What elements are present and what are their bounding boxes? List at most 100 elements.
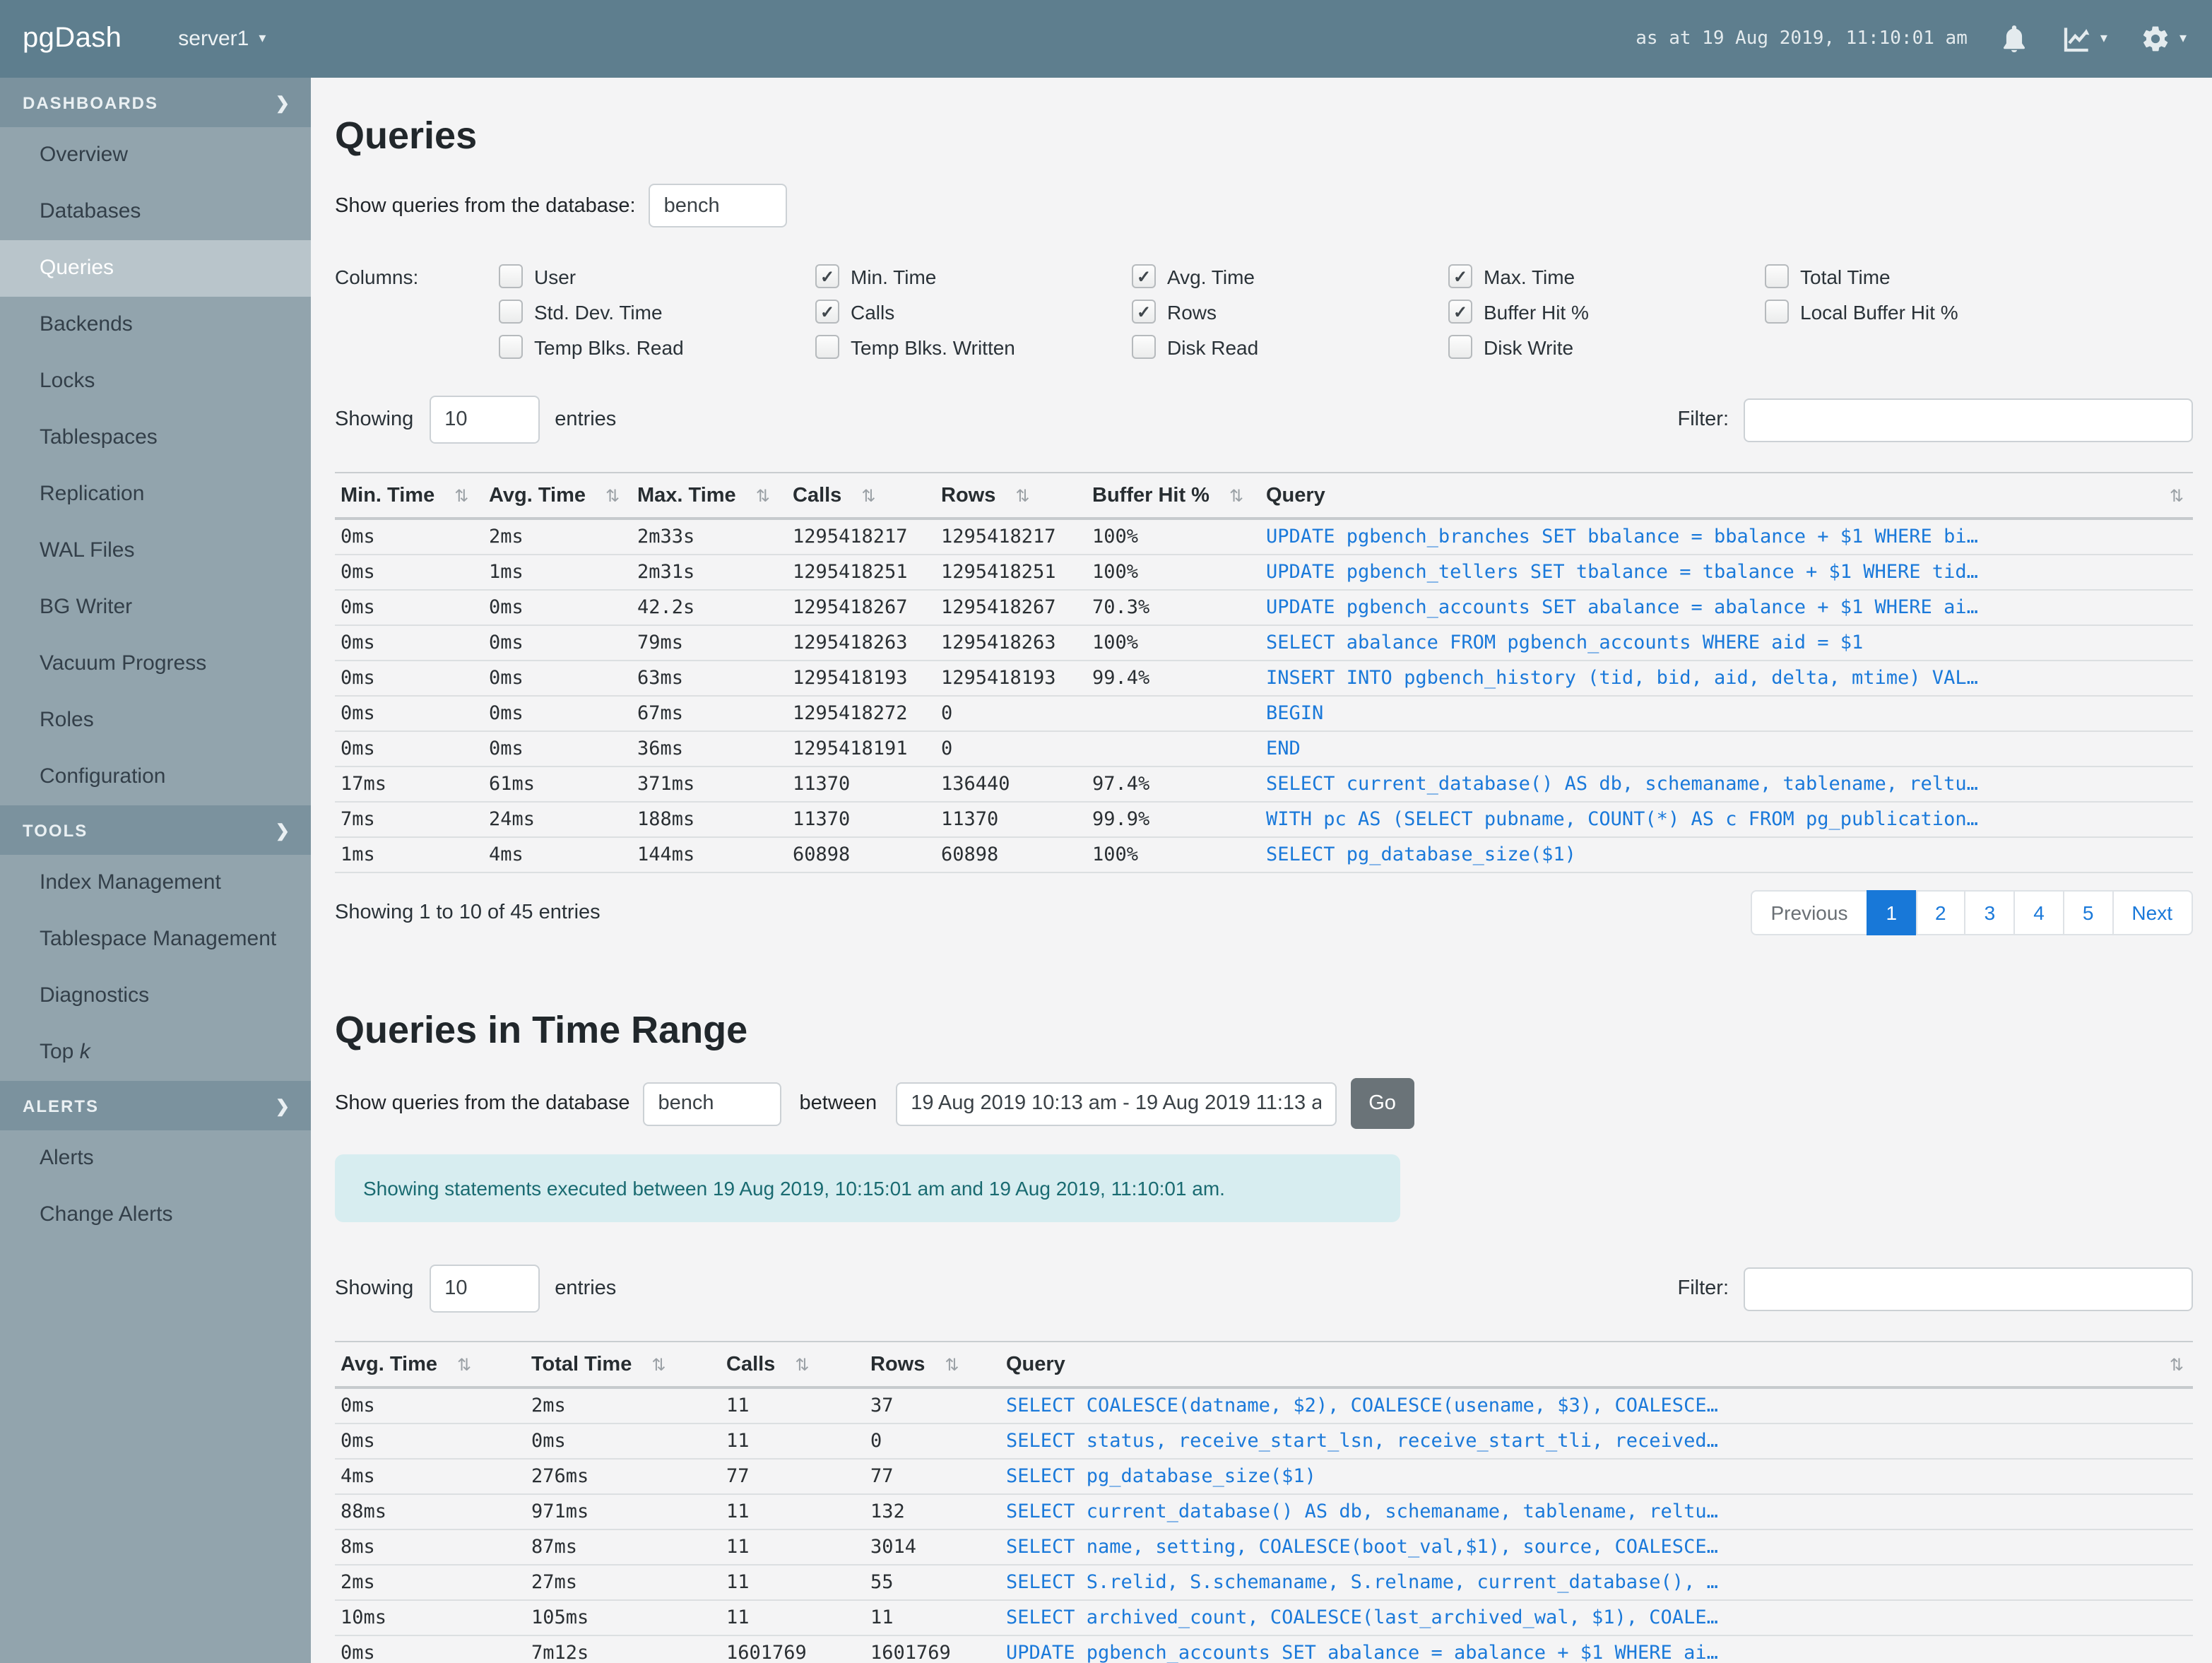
cell: 132: [865, 1494, 1000, 1530]
query-link[interactable]: SELECT current_database() AS db, scheman…: [1006, 1501, 1718, 1523]
sidebar-item-databases[interactable]: Databases: [0, 184, 311, 240]
query-link[interactable]: SELECT COALESCE(datname, $2), COALESCE(u…: [1006, 1395, 1718, 1417]
column-header-avg-time[interactable]: Avg. Time ⇅: [335, 1341, 526, 1389]
column-header-query[interactable]: Query ⇅: [1000, 1341, 2192, 1389]
sidebar-item-index-management[interactable]: Index Management: [0, 855, 311, 911]
column-checkbox-rows[interactable]: Rows: [1132, 300, 1448, 324]
cell: 88ms: [335, 1494, 526, 1530]
sort-icon: ⇅: [795, 1355, 810, 1375]
query-link[interactable]: INSERT INTO pgbench_history (tid, bid, a…: [1266, 667, 1978, 690]
column-header-total-time[interactable]: Total Time ⇅: [526, 1341, 721, 1389]
columns-grid: User Min. Time Avg. Time Max. Time Total Tim…: [499, 264, 2081, 359]
sidebar-item-vacuum-progress[interactable]: Vacuum Progress: [0, 636, 311, 692]
sidebar-item-diagnostics[interactable]: Diagnostics: [0, 968, 311, 1024]
checkbox-label: Std. Dev. Time: [534, 300, 663, 323]
column-checkbox-local-buffer-hit[interactable]: Local Buffer Hit %: [1765, 300, 2081, 324]
query-link[interactable]: END: [1266, 738, 1301, 760]
page-5[interactable]: 5: [2062, 890, 2114, 935]
page-previous[interactable]: Previous: [1751, 890, 1868, 935]
column-checkbox-std-dev-time[interactable]: Std. Dev. Time: [499, 300, 815, 324]
query-link[interactable]: BEGIN: [1266, 702, 1323, 725]
column-checkbox-max-time[interactable]: Max. Time: [1448, 264, 1765, 288]
column-checkbox-avg-time[interactable]: Avg. Time: [1132, 264, 1448, 288]
column-checkbox-temp-blks-written[interactable]: Temp Blks. Written: [815, 335, 1132, 359]
column-checkbox-user[interactable]: User: [499, 264, 815, 288]
entries-count-input[interactable]: [429, 396, 540, 444]
query-cell: SELECT abalance FROM pgbench_accounts WH…: [1260, 625, 2192, 661]
column-header-min-time[interactable]: Min. Time ⇅: [335, 472, 483, 520]
sidebar-item-backends[interactable]: Backends: [0, 297, 311, 353]
page-next[interactable]: Next: [2112, 890, 2192, 935]
table-row: 10ms 105ms 11 11 SELECT archived_count, COAL…: [335, 1600, 2192, 1636]
query-link[interactable]: UPDATE pgbench_accounts SET abalance = a…: [1266, 596, 1978, 619]
query-link[interactable]: SELECT pg_database_size($1): [1266, 844, 1576, 866]
query-link[interactable]: SELECT archived_count, COALESCE(last_arc…: [1006, 1606, 1718, 1629]
column-header-calls[interactable]: Calls ⇅: [721, 1341, 865, 1389]
page-4[interactable]: 4: [2013, 890, 2064, 935]
sidebar-item-replication[interactable]: Replication: [0, 466, 311, 523]
query-link[interactable]: UPDATE pgbench_branches SET bbalance = b…: [1266, 526, 1978, 548]
page-1[interactable]: 1: [1866, 890, 1917, 935]
filter-label: Filter:: [1677, 1277, 1729, 1300]
column-header-avg-time[interactable]: Avg. Time ⇅: [483, 472, 632, 520]
query-link[interactable]: SELECT status, receive_start_lsn, receiv…: [1006, 1430, 1718, 1452]
column-checkbox-calls[interactable]: Calls: [815, 300, 1132, 324]
sidebar-section-alerts[interactable]: ALERTS ❯: [0, 1081, 311, 1130]
database-input[interactable]: [648, 184, 787, 227]
page-2[interactable]: 2: [1915, 890, 1966, 935]
query-link[interactable]: SELECT current_database() AS db, scheman…: [1266, 773, 1978, 795]
sidebar-item-queries[interactable]: Queries: [0, 240, 311, 297]
query-cell: SELECT current_database() AS db, scheman…: [1260, 767, 2192, 803]
column-checkbox-total-time[interactable]: Total Time: [1765, 264, 2081, 288]
cell: 77: [865, 1459, 1000, 1495]
query-link[interactable]: SELECT abalance FROM pgbench_accounts WH…: [1266, 632, 1863, 654]
column-header-max-time[interactable]: Max. Time ⇅: [632, 472, 787, 520]
column-header-calls[interactable]: Calls ⇅: [787, 472, 935, 520]
column-header-buffer-hit[interactable]: Buffer Hit % ⇅: [1087, 472, 1260, 520]
server-selector[interactable]: server1 ▾: [178, 27, 266, 51]
column-checkbox-temp-blks-read[interactable]: Temp Blks. Read: [499, 335, 815, 359]
sidebar-item-configuration[interactable]: Configuration: [0, 749, 311, 805]
sidebar-item-locks[interactable]: Locks: [0, 353, 311, 410]
sidebar-item-bg-writer[interactable]: BG Writer: [0, 579, 311, 636]
sidebar-section-dashboards[interactable]: DASHBOARDS ❯: [0, 78, 311, 127]
cell: 11: [721, 1494, 865, 1530]
query-cell: SELECT pg_database_size($1): [1000, 1459, 2192, 1495]
go-button[interactable]: Go: [1350, 1078, 1414, 1129]
sidebar-item-top-k[interactable]: Top k: [0, 1024, 311, 1081]
column-checkbox-disk-read[interactable]: Disk Read: [1132, 335, 1448, 359]
query-link[interactable]: UPDATE pgbench_tellers SET tbalance = tb…: [1266, 561, 1978, 584]
sidebar-item-change-alerts[interactable]: Change Alerts: [0, 1187, 311, 1243]
database-select-row: Show queries from the database:: [335, 184, 2192, 227]
notifications-button[interactable]: [2001, 24, 2028, 54]
sidebar-section-tools[interactable]: TOOLS ❯: [0, 805, 311, 855]
sidebar-item-alerts[interactable]: Alerts: [0, 1130, 311, 1187]
brand-logo[interactable]: pgDash: [23, 23, 122, 55]
sidebar-item-tablespaces[interactable]: Tablespaces: [0, 410, 311, 466]
column-checkbox-disk-write[interactable]: Disk Write: [1448, 335, 1765, 359]
query-link[interactable]: SELECT S.relid, S.schemaname, S.relname,…: [1006, 1571, 1718, 1594]
sidebar-item-tablespace-management[interactable]: Tablespace Management: [0, 911, 311, 968]
cell: 60898: [935, 837, 1087, 873]
filter-input-2[interactable]: [1743, 1267, 2192, 1310]
page-3[interactable]: 3: [1964, 890, 2016, 935]
column-checkbox-min-time[interactable]: Min. Time: [815, 264, 1132, 288]
date-range-input[interactable]: [895, 1082, 1337, 1125]
entries-count-input-2[interactable]: [429, 1265, 540, 1313]
column-header-rows[interactable]: Rows ⇅: [865, 1341, 1000, 1389]
query-link[interactable]: SELECT pg_database_size($1): [1006, 1465, 1316, 1488]
sidebar-item-wal-files[interactable]: WAL Files: [0, 523, 311, 579]
column-header-query[interactable]: Query ⇅: [1260, 472, 2192, 520]
query-link[interactable]: SELECT name, setting, COALESCE(boot_val,…: [1006, 1536, 1718, 1558]
column-checkbox-buffer-hit[interactable]: Buffer Hit %: [1448, 300, 1765, 324]
settings-menu-button[interactable]: ▾: [2141, 24, 2187, 54]
sidebar-item-roles[interactable]: Roles: [0, 692, 311, 749]
filter-input[interactable]: [1743, 398, 2192, 442]
queries-pagination: Previous 1 2 3 4 5 Next: [1751, 890, 2192, 935]
query-link[interactable]: UPDATE pgbench_accounts SET abalance = a…: [1006, 1642, 1718, 1663]
sidebar-item-overview[interactable]: Overview: [0, 127, 311, 184]
database-input-time-range[interactable]: [642, 1082, 781, 1125]
column-header-rows[interactable]: Rows ⇅: [935, 472, 1087, 520]
query-link[interactable]: WITH pc AS (SELECT pubname, COUNT(*) AS …: [1266, 808, 1978, 831]
charts-menu-button[interactable]: ▾: [2062, 25, 2107, 53]
